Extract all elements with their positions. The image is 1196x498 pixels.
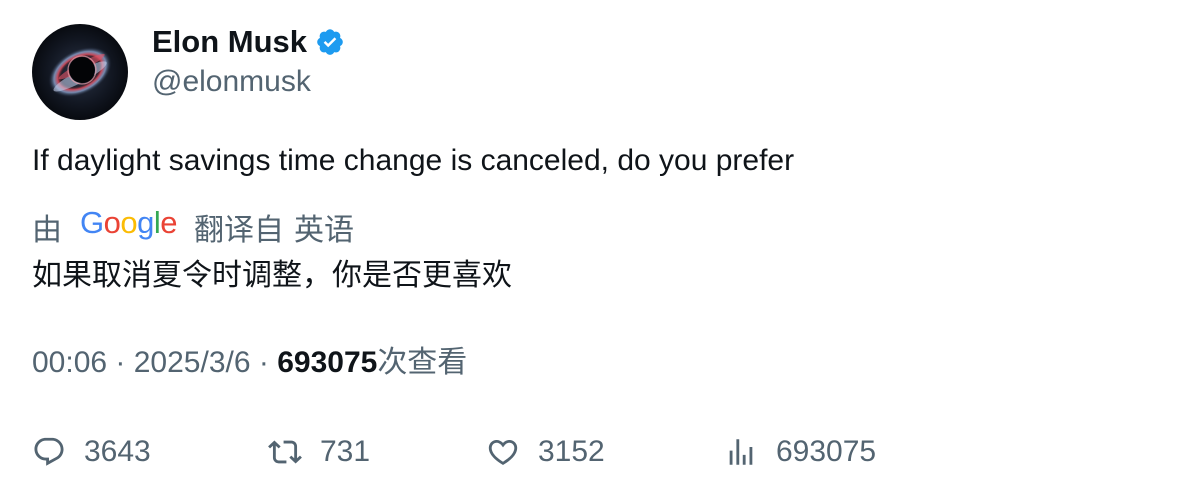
translated-tweet-text: 如果取消夏令时调整，你是否更喜欢 — [32, 259, 512, 292]
verified-badge-icon — [315, 27, 345, 57]
tweet-text: If daylight savings time change is cance… — [32, 144, 795, 177]
retweet-count: 731 — [320, 435, 371, 468]
retweet-icon — [268, 440, 302, 464]
author-name-text: Elon Musk — [152, 24, 308, 59]
translation-suffix: 翻译自 — [194, 214, 284, 247]
views-label: 次查看 — [377, 346, 468, 379]
svg-text:Google: Google — [80, 205, 177, 240]
tweet-date[interactable]: 2025/3/6 — [134, 346, 251, 379]
reply-count: 3643 — [84, 435, 151, 468]
tweet-meta: 00:06 · 2025/3/6 · 693075次查看 — [32, 343, 467, 383]
reply-button[interactable]: 3643 — [32, 430, 151, 474]
like-button[interactable]: 3152 — [486, 430, 605, 474]
heart-icon — [488, 439, 518, 465]
analytics-icon — [729, 439, 753, 465]
author-display-name[interactable]: Elon Musk — [152, 22, 345, 62]
views-button[interactable]: 693075 — [724, 430, 876, 474]
like-count: 3152 — [538, 435, 605, 468]
source-language-link[interactable]: 英语 — [294, 205, 354, 249]
reply-icon — [34, 437, 64, 466]
views-count: 693075 — [277, 346, 378, 379]
translation-attribution: 由 Google 翻译自 英语 — [32, 205, 354, 249]
retweet-button[interactable]: 731 — [268, 430, 370, 474]
translation-prefix: 由 — [32, 214, 62, 247]
google-logo-icon: Google — [80, 205, 178, 249]
black-hole-avatar-image — [32, 24, 128, 120]
author-handle[interactable]: @elonmusk — [152, 62, 311, 102]
author-avatar[interactable] — [32, 24, 128, 120]
tweet-actions-bar: 3643 731 3152 693075 — [0, 430, 1196, 474]
meta-separator: · — [107, 346, 134, 379]
tweet-time[interactable]: 00:06 — [32, 346, 107, 379]
meta-separator: · — [250, 346, 278, 379]
views-action-count: 693075 — [776, 435, 877, 468]
